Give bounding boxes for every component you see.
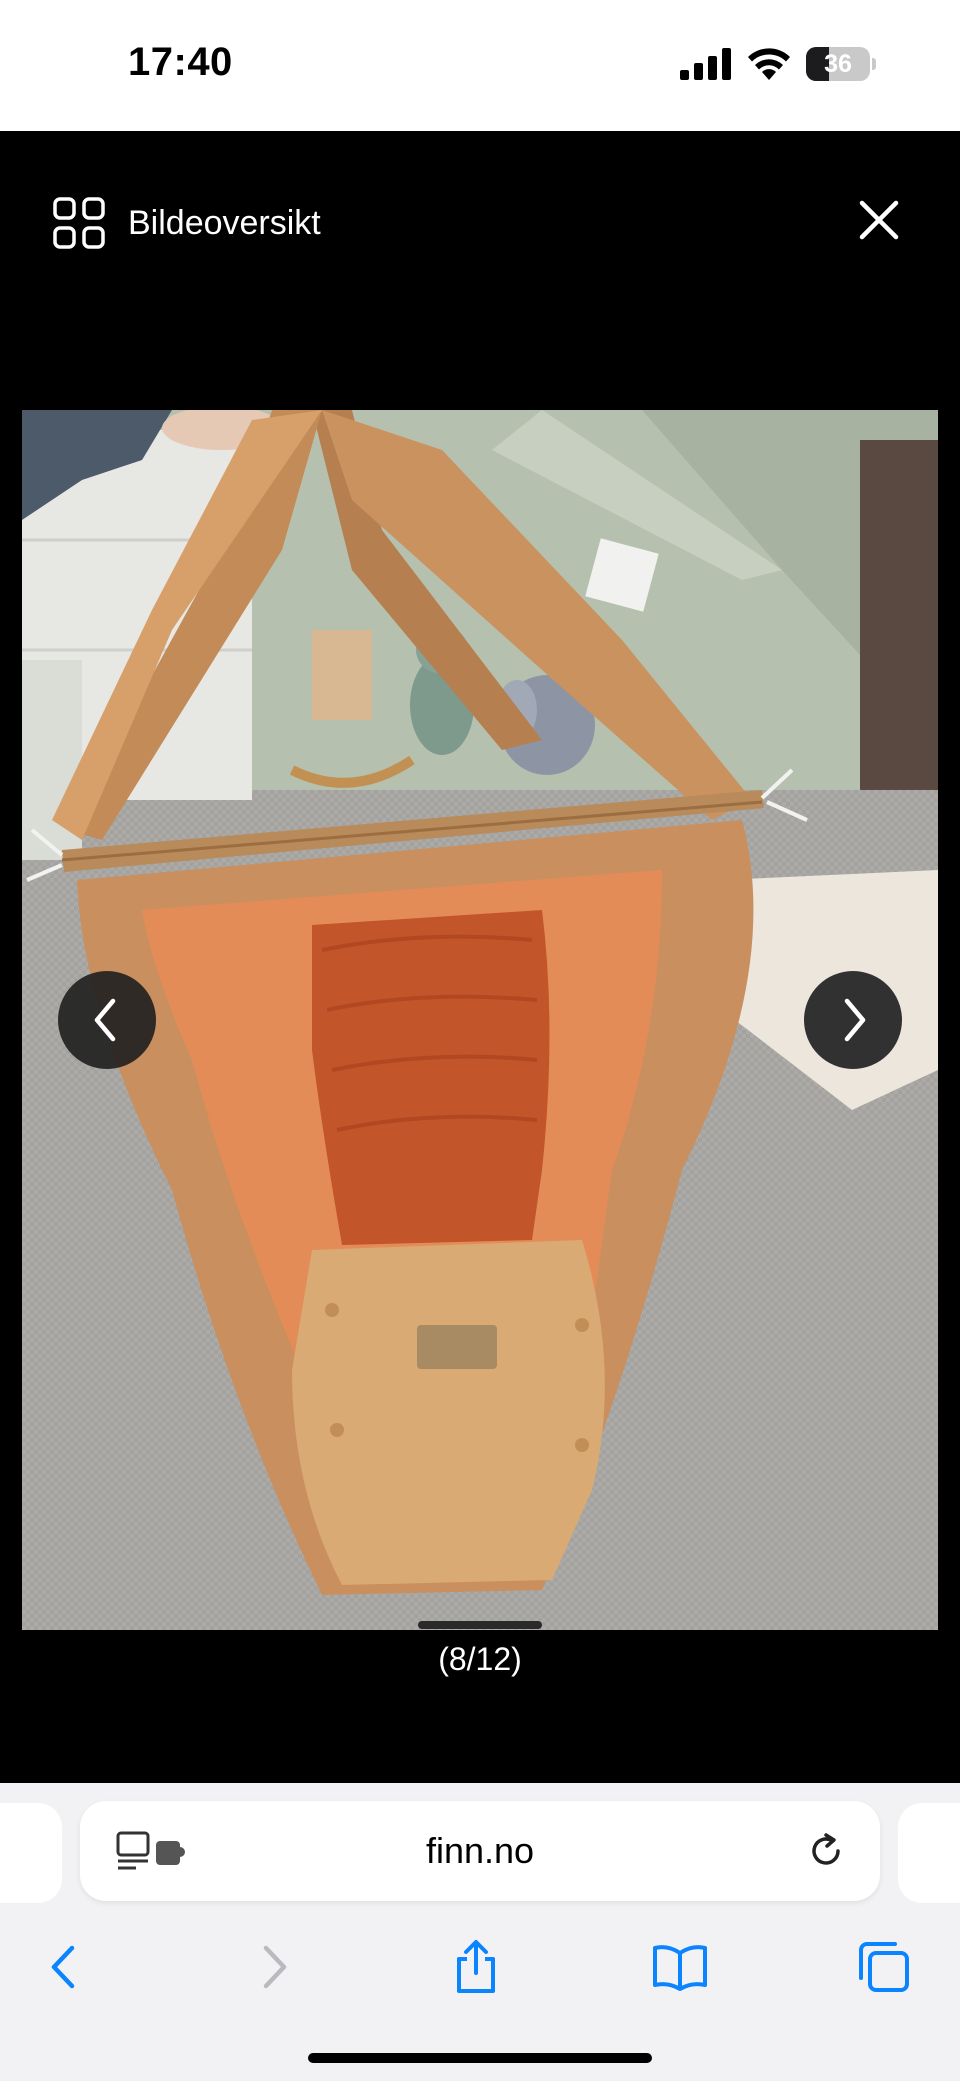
wifi-icon (748, 48, 790, 80)
scroll-hint (418, 1621, 542, 1629)
tabs-icon (859, 1942, 909, 1992)
page: 17:40 36 Bildeoversikt (8/12) finn.no (0, 0, 960, 2081)
image-counter: (8/12) (438, 1641, 522, 1677)
tabs-button[interactable] (852, 1935, 916, 1999)
battery-icon: 36 (806, 47, 876, 81)
product-photo[interactable] (22, 410, 938, 1630)
next-tab-preview[interactable] (898, 1803, 960, 1903)
back-icon (51, 1945, 75, 1989)
bookmarks-icon (653, 1945, 707, 1991)
forward-button[interactable] (242, 1935, 306, 1999)
browser-chrome: finn.no (0, 1783, 960, 2081)
chevron-left-icon (94, 998, 116, 1042)
image-overview-button[interactable]: Bildeoversikt (52, 193, 321, 253)
previous-tab-preview[interactable] (0, 1803, 62, 1903)
status-time: 17:40 (128, 40, 233, 84)
battery-cap (872, 58, 876, 70)
battery-level: 36 (824, 50, 852, 78)
grid-icon (53, 197, 105, 249)
share-icon (457, 1940, 495, 1993)
home-indicator (308, 2053, 652, 2063)
forward-icon (263, 1945, 287, 1989)
image-viewer: Bildeoversikt (8/12) (0, 131, 960, 1783)
share-button[interactable] (444, 1935, 508, 1999)
chevron-right-icon (844, 998, 866, 1042)
signal-icon (680, 48, 731, 80)
previous-image-button[interactable] (58, 971, 156, 1069)
browser-toolbar (0, 1923, 960, 2023)
bookmarks-button[interactable] (648, 1935, 712, 1999)
next-image-button[interactable] (804, 971, 902, 1069)
image-overview-label: Bildeoversikt (128, 203, 321, 242)
battery-body: 36 (806, 47, 870, 81)
close-icon[interactable] (856, 197, 902, 243)
photo-illustration (22, 410, 938, 1630)
reload-icon[interactable] (806, 1831, 846, 1871)
url-text: finn.no (425, 1830, 535, 1871)
back-button[interactable] (32, 1935, 96, 1999)
status-bar: 17:40 36 (0, 0, 960, 131)
address-bar[interactable]: finn.no (80, 1801, 880, 1901)
